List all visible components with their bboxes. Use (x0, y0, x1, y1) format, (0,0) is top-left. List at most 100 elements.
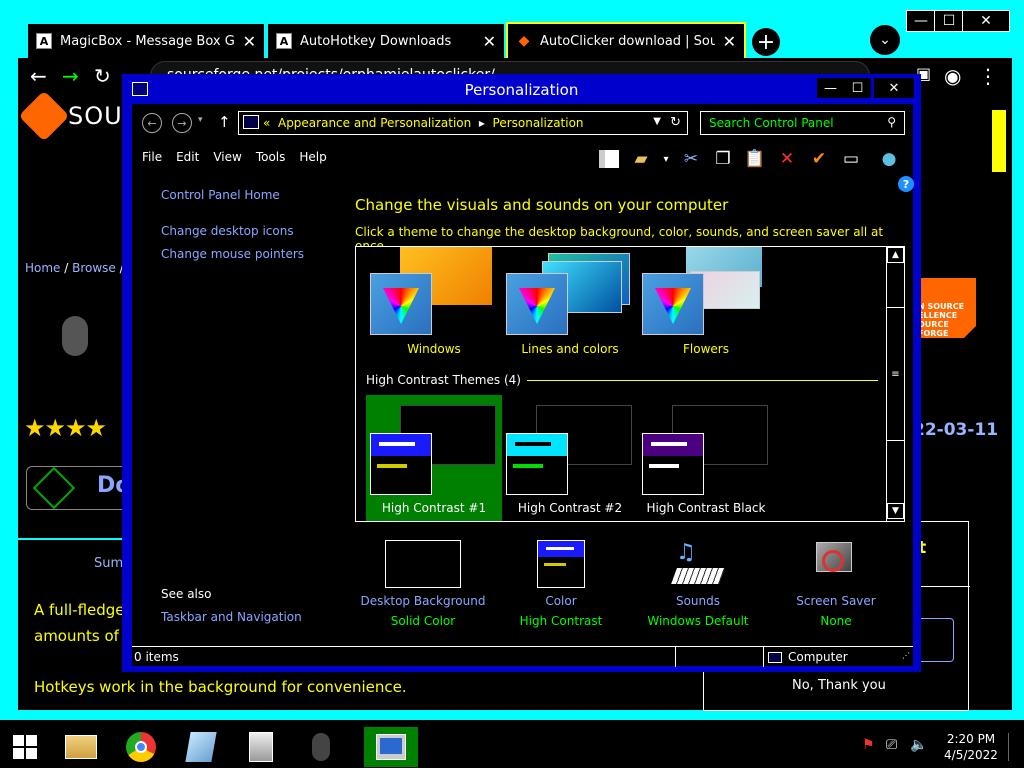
divider (675, 647, 676, 667)
globe-icon[interactable]: ● (876, 146, 902, 172)
address-crumb-personalization[interactable]: Personalization (493, 116, 584, 130)
properties-icon[interactable]: ▭ (838, 146, 864, 172)
close-icon[interactable]: ✕ (723, 32, 736, 51)
profile-icon[interactable]: ◉ (944, 64, 961, 88)
back-icon[interactable]: ← (30, 64, 47, 88)
setting-label: Sounds (675, 594, 721, 608)
new-tab-button[interactable]: + (752, 28, 780, 56)
theme-flowers[interactable]: Flowers (638, 247, 774, 357)
reload-icon[interactable]: ↻ (94, 64, 111, 88)
close-icon[interactable]: ✕ (483, 32, 496, 51)
sounds-setting[interactable]: ♫ Sounds Windows Default (628, 540, 768, 628)
volume-muted-icon[interactable]: 🔈 (910, 737, 927, 753)
address-crumb-appearance[interactable]: Appearance and Personalization (278, 116, 471, 130)
app-button[interactable] (238, 727, 284, 767)
theme-windows[interactable]: Windows (366, 247, 502, 357)
menu-help[interactable]: Help (299, 150, 326, 164)
tab-favicon: A (276, 33, 292, 49)
close-button[interactable]: ✕ (962, 10, 1010, 32)
desktop-background-setting[interactable]: Desktop Background Solid Color (353, 540, 493, 628)
help-icon[interactable]: ? (898, 176, 914, 192)
theme-color-icon (370, 273, 432, 335)
theme-name: High Contrast #2 (517, 501, 623, 515)
search-input[interactable]: Search Control Panel ⚲ (700, 111, 905, 135)
maximize-button[interactable]: ☐ (844, 78, 871, 98)
cut-icon[interactable]: ✂ (678, 146, 704, 172)
screen-saver-setting[interactable]: Screen Saver None (766, 540, 906, 628)
minimize-button[interactable]: — (817, 78, 844, 98)
refresh-icon[interactable]: ↻ (670, 115, 681, 130)
theme-color-icon (506, 273, 568, 335)
control-panel-home-link[interactable]: Control Panel Home (161, 188, 280, 202)
tab-magicbox[interactable]: A MagicBox - Message Box Genera ✕ (26, 22, 266, 58)
network-icon[interactable]: ⎚ (886, 737, 897, 753)
text-swatch (649, 464, 679, 468)
close-button[interactable]: ✕ (874, 78, 914, 98)
tab-autohotkey[interactable]: A AutoHotkey Downloads ✕ (266, 22, 506, 58)
theme-high-contrast-black[interactable]: High Contrast Black (638, 395, 774, 521)
theme-list-scrollbar[interactable]: ▲ ≡ ▼ (886, 247, 904, 521)
system-clock[interactable]: 2:20 PM 4/5/2022 (938, 731, 1004, 763)
file-explorer-button[interactable] (58, 727, 104, 767)
tab-autoclicker[interactable]: ◆ AutoClicker download | SourceFo ✕ (506, 22, 746, 58)
menu-file[interactable]: File (142, 150, 162, 164)
breadcrumb-browse[interactable]: Browse (72, 261, 116, 275)
scroll-down-icon[interactable]: ▼ (887, 503, 904, 519)
keyboard-icon (671, 568, 725, 584)
resize-grip-icon[interactable]: ⋰ (902, 651, 910, 660)
scroll-thumb[interactable]: ≡ (887, 307, 904, 441)
chevron-down-icon[interactable]: ▼ (653, 116, 661, 127)
tab-search-button[interactable]: ⌄ (870, 25, 900, 55)
address-bar[interactable]: « Appearance and Personalization ▸ Perso… (238, 111, 688, 135)
menu-edit[interactable]: Edit (176, 150, 199, 164)
app-button[interactable] (178, 727, 224, 767)
autoclicker-button[interactable] (298, 727, 344, 767)
search-icon[interactable]: ⚲ (887, 115, 896, 129)
personalization-window: Personalization — ☐ ✕ ← → ▾ ↑ « Appearan… (122, 74, 921, 672)
recent-pages-icon[interactable]: ▾ (198, 115, 203, 125)
change-desktop-icons-link[interactable]: Change desktop icons (161, 224, 294, 238)
divider (763, 647, 764, 667)
menu-tools[interactable]: Tools (256, 150, 286, 164)
change-mouse-pointers-link[interactable]: Change mouse pointers (161, 247, 304, 261)
close-icon[interactable]: ✕ (243, 32, 256, 51)
theme-high-contrast-1[interactable]: High Contrast #1 (366, 395, 502, 521)
security-alert-icon[interactable]: ⚑ (862, 737, 875, 753)
paste-icon[interactable]: 📋 (742, 146, 768, 172)
breadcrumb-home[interactable]: Home (25, 261, 60, 275)
forward-icon[interactable]: → (172, 113, 192, 133)
tab-title: AutoClicker download | SourceFo (540, 33, 715, 49)
maximize-button[interactable]: ☐ (934, 10, 964, 32)
chevron-down-icon[interactable]: ▾ (660, 146, 672, 172)
badge-sub: OURCE FORGE (918, 320, 949, 338)
menu-view[interactable]: View (213, 150, 241, 164)
clock-date: 4/5/2022 (944, 748, 998, 762)
theme-lines-and-colors[interactable]: Lines and colors (502, 247, 638, 357)
show-desktop-button[interactable] (1008, 733, 1020, 761)
folder-icon (65, 735, 97, 759)
copy-icon[interactable]: ❐ (710, 146, 736, 172)
no-thanks-button[interactable]: No, Thank you (792, 678, 886, 693)
layout-icon[interactable] (596, 146, 622, 172)
page-title: Change the visuals and sounds on your co… (355, 196, 729, 214)
up-icon[interactable]: ↑ (218, 113, 231, 131)
text-swatch (513, 464, 543, 468)
chrome-button[interactable] (118, 727, 164, 767)
computer-icon (768, 652, 782, 663)
taskbar-navigation-link[interactable]: Taskbar and Navigation (161, 610, 302, 624)
release-date: 22-03-11 (913, 420, 999, 440)
minimize-button[interactable]: — (906, 10, 936, 32)
description-hotkeys: Hotkeys work in the background for conve… (34, 678, 407, 696)
page-scrollbar[interactable] (992, 110, 1006, 172)
forward-icon[interactable]: → (62, 64, 79, 88)
menu-icon[interactable]: ⋮ (978, 64, 998, 88)
color-setting[interactable]: Color High Contrast (491, 540, 631, 628)
back-icon[interactable]: ← (142, 113, 162, 133)
folder-icon[interactable]: ▰ (628, 146, 654, 172)
scroll-up-icon[interactable]: ▲ (887, 247, 904, 263)
theme-high-contrast-2[interactable]: High Contrast #2 (502, 395, 638, 521)
control-panel-button[interactable] (364, 727, 418, 767)
checkmark-icon[interactable]: ✔ (806, 146, 832, 172)
delete-icon[interactable]: ✕ (774, 146, 800, 172)
start-button[interactable] (2, 727, 48, 767)
